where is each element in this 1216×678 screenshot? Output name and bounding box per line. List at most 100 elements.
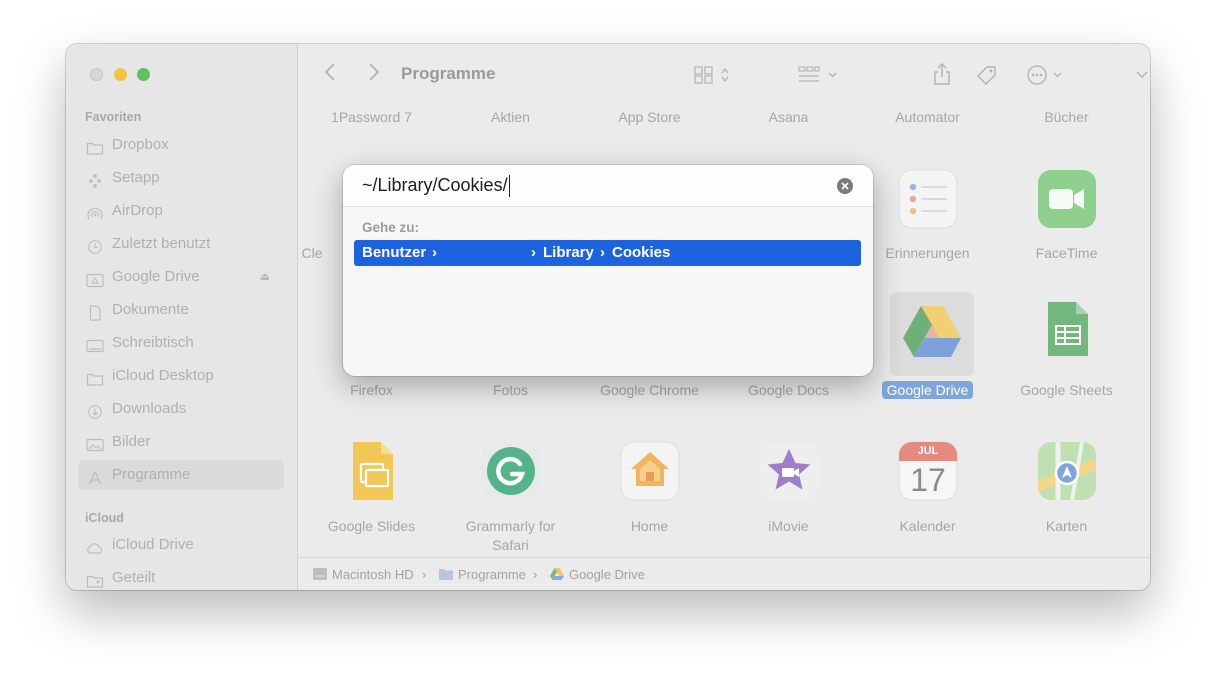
app-label: iMovie: [768, 518, 809, 534]
sidebar-item-label: Schreibtisch: [112, 334, 194, 351]
hard-drive-icon: [313, 568, 327, 580]
app-label: Google Sheets: [1020, 382, 1113, 398]
chevron-down-icon[interactable]: [1136, 70, 1148, 80]
sidebar-item-label: Dropbox: [112, 136, 169, 153]
tag-icon[interactable]: [974, 64, 1000, 86]
airdrop-icon: [86, 203, 104, 220]
download-icon: [86, 401, 104, 419]
app-label: Bücher: [1044, 109, 1089, 125]
google-drive-icon: [890, 292, 974, 376]
app-item-reminders[interactable]: Erinnerungen: [858, 162, 997, 272]
app-label: Firefox: [350, 382, 393, 398]
chevron-right-icon: ›: [531, 244, 536, 261]
app-item-calendar[interactable]: JUL 17 Kalender: [858, 436, 997, 556]
minimize-window-button[interactable]: [114, 68, 127, 81]
setapp-icon: [86, 170, 104, 188]
app-label-selected: Google Drive: [858, 381, 997, 400]
group-button[interactable]: [798, 66, 842, 84]
sidebar-item-setapp[interactable]: Setapp: [78, 163, 284, 193]
app-item-google-drive[interactable]: Google Drive: [858, 292, 997, 402]
path-item[interactable]: Programme: [438, 567, 526, 582]
toolbar: Programme: [298, 44, 1150, 102]
app-item-facetime[interactable]: FaceTime: [997, 162, 1136, 272]
sidebar-item-label: Bilder: [112, 433, 151, 450]
path-input[interactable]: [343, 165, 873, 207]
zoom-window-button[interactable]: [137, 68, 150, 81]
app-label: Karten: [1045, 518, 1088, 534]
app-item-grammarly[interactable]: Grammarly for Safari: [441, 436, 580, 556]
app-label: Google Chrome: [600, 382, 699, 398]
sidebar-item-airdrop[interactable]: AirDrop: [78, 196, 284, 226]
path-bar: Macintosh HD › Programme › Google Drive: [298, 557, 1150, 590]
shared-folder-icon: [86, 570, 104, 588]
app-item-google-sheets[interactable]: Google Sheets: [997, 292, 1136, 402]
share-icon[interactable]: [932, 62, 952, 86]
forward-button[interactable]: [368, 62, 380, 82]
goto-label: Gehe zu:: [362, 220, 420, 235]
eject-icon[interactable]: ⏏: [260, 262, 270, 292]
sidebar-item-label: iCloud Drive: [112, 536, 194, 553]
path-item[interactable]: Macintosh HD: [312, 567, 414, 582]
sidebar: Favoriten Dropbox Setapp AirDrop Zuletzt…: [66, 44, 298, 590]
app-label: Aktien: [491, 109, 530, 125]
sidebar-item-recents[interactable]: Zuletzt benutzt: [78, 229, 284, 259]
path-suggestion[interactable]: Benutzer › › Library › Cookies: [354, 240, 861, 266]
path-separator: ›: [533, 567, 538, 582]
app-label: Grammarly for: [465, 518, 556, 534]
sidebar-item-label: Setapp: [112, 169, 160, 186]
drive-folder-icon: [86, 269, 104, 288]
app-item-home[interactable]: Home: [580, 436, 719, 556]
view-grid-button[interactable]: [694, 66, 734, 84]
app-item-maps[interactable]: Karten: [997, 436, 1136, 556]
cloud-icon: [86, 537, 104, 554]
sidebar-item-documents[interactable]: Dokumente: [78, 295, 284, 325]
app-label: Google Docs: [748, 382, 829, 398]
sidebar-section-icloud: iCloud: [85, 511, 124, 525]
sidebar-item-dropbox[interactable]: Dropbox: [78, 130, 284, 160]
sidebar-item-pictures[interactable]: Bilder: [78, 427, 284, 457]
apps-icon: [86, 467, 104, 485]
grammarly-icon: [480, 440, 542, 502]
close-window-button[interactable]: [90, 68, 103, 81]
calendar-day: 17: [910, 462, 946, 498]
reminders-icon: [897, 168, 959, 230]
calendar-icon: JUL 17: [897, 440, 959, 502]
sidebar-item-google-drive[interactable]: Google Drive ⏏: [78, 262, 284, 292]
app-label: Cle: [301, 245, 323, 261]
sidebar-item-desktop[interactable]: Schreibtisch: [78, 328, 284, 358]
chevron-right-icon: ›: [600, 244, 605, 261]
sidebar-item-label: AirDrop: [112, 202, 163, 219]
imovie-icon: [758, 440, 820, 502]
folder-icon: [86, 368, 104, 386]
sidebar-item-applications[interactable]: Programme: [78, 460, 284, 490]
path-item[interactable]: Google Drive: [549, 567, 645, 582]
text-caret: [509, 175, 510, 197]
app-label: Home: [630, 518, 669, 534]
app-item-google-slides[interactable]: Google Slides: [302, 436, 441, 556]
google-slides-icon: [341, 440, 403, 502]
close-icon: [841, 182, 849, 190]
document-icon: [86, 302, 104, 321]
back-button[interactable]: [324, 62, 336, 82]
google-drive-icon: [550, 568, 564, 580]
google-sheets-icon: [1036, 298, 1098, 360]
sidebar-item-downloads[interactable]: Downloads: [78, 394, 284, 424]
app-item-imovie[interactable]: iMovie: [719, 436, 858, 556]
app-label: App Store: [618, 109, 681, 125]
more-actions-button[interactable]: [1026, 64, 1070, 86]
sidebar-item-icloud-drive[interactable]: iCloud Drive: [78, 530, 284, 560]
sidebar-item-icloud-desktop[interactable]: iCloud Desktop: [78, 361, 284, 391]
clear-input-button[interactable]: [837, 178, 853, 194]
folder-icon: [86, 137, 104, 155]
sidebar-item-label: Programme: [112, 466, 191, 483]
apps-folder-icon: [439, 569, 453, 580]
app-label-line2: Safari: [492, 537, 529, 553]
clock-icon: [86, 236, 104, 254]
go-to-folder-dialog: Gehe zu: Benutzer › › Library › Cookies: [343, 165, 873, 376]
sidebar-item-shared[interactable]: Geteilt: [78, 563, 284, 590]
app-label: FaceTime: [1035, 245, 1098, 261]
app-label: Kalender: [899, 518, 956, 534]
desktop-icon: [86, 335, 104, 353]
home-icon: [619, 440, 681, 502]
sidebar-item-label: iCloud Desktop: [112, 367, 214, 384]
